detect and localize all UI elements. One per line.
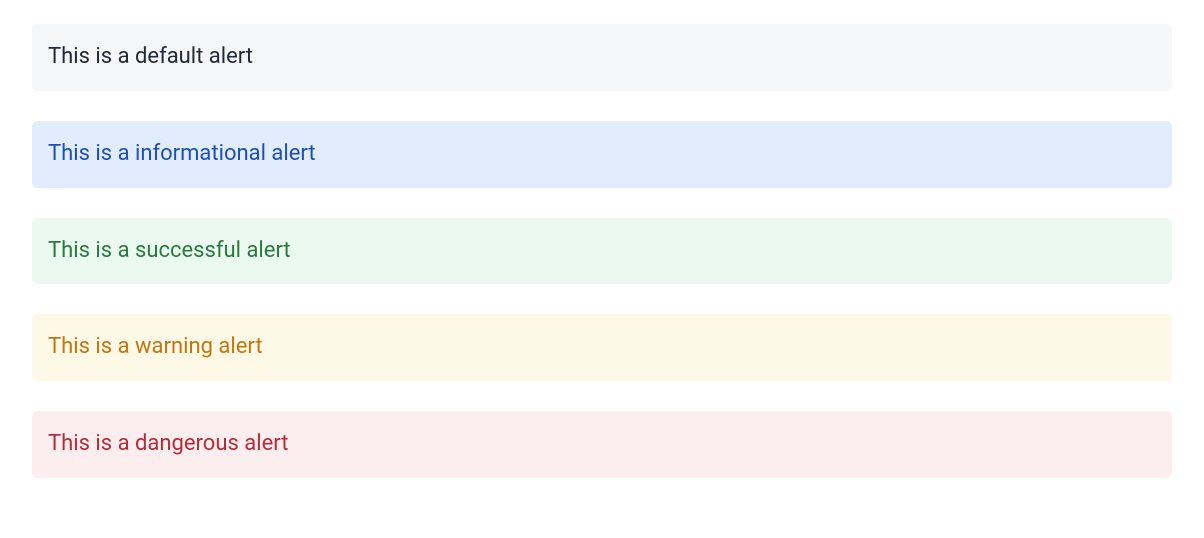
alert-warning-text: This is a warning alert <box>48 334 263 359</box>
alert-success: This is a successful alert <box>32 218 1172 285</box>
alert-success-text: This is a successful alert <box>48 238 291 263</box>
alert-default: This is a default alert <box>32 24 1172 91</box>
alert-danger: This is a dangerous alert <box>32 411 1172 478</box>
alert-info: This is a informational alert <box>32 121 1172 188</box>
alert-danger-text: This is a dangerous alert <box>48 431 288 456</box>
alert-warning: This is a warning alert <box>32 314 1172 381</box>
alert-default-text: This is a default alert <box>48 44 253 69</box>
alert-info-text: This is a informational alert <box>48 141 316 166</box>
